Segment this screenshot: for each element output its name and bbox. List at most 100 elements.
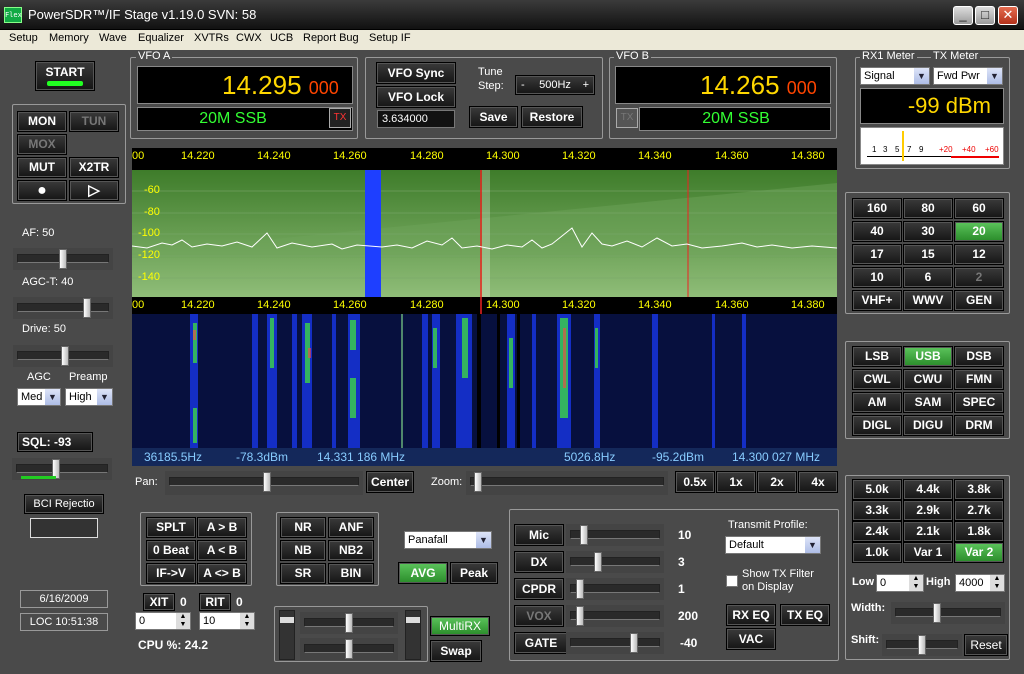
menu-ucb[interactable]: UCB bbox=[270, 32, 293, 44]
a-to-b-button[interactable]: A > B bbox=[197, 517, 247, 538]
mut-button[interactable]: MUT bbox=[17, 157, 67, 178]
mode-usb-button[interactable]: USB bbox=[903, 346, 953, 367]
close-button[interactable]: ✕ bbox=[998, 6, 1018, 25]
band-60-button[interactable]: 60 bbox=[954, 198, 1004, 219]
avg-button[interactable]: AVG bbox=[398, 562, 448, 584]
mode-cwu-button[interactable]: CWU bbox=[903, 369, 953, 390]
sql-slider[interactable] bbox=[12, 458, 112, 480]
split-button[interactable]: SPLT bbox=[146, 517, 196, 538]
band-15-button[interactable]: 15 bbox=[903, 244, 953, 265]
vac-button[interactable]: VAC bbox=[726, 628, 776, 650]
vfo-lock-button[interactable]: VFO Lock bbox=[376, 86, 456, 108]
mode-fmn-button[interactable]: FMN bbox=[954, 369, 1004, 390]
mode-spec-button[interactable]: SPEC bbox=[954, 392, 1004, 413]
show-tx-filter-checkbox[interactable] bbox=[726, 575, 738, 587]
band-17-button[interactable]: 17 bbox=[852, 244, 902, 265]
display-mode-select[interactable]: Panafall ▼ bbox=[404, 531, 492, 549]
peak-button[interactable]: Peak bbox=[450, 562, 498, 584]
mode-sam-button[interactable]: SAM bbox=[903, 392, 953, 413]
mode-dsb-button[interactable]: DSB bbox=[954, 346, 1004, 367]
multirx-pan-slider-1[interactable] bbox=[300, 612, 398, 634]
vox-slider[interactable] bbox=[566, 605, 664, 627]
x2tr-button[interactable]: X2TR bbox=[69, 157, 119, 178]
tune-step-control[interactable]: - 500Hz + bbox=[515, 75, 595, 95]
band-160-button[interactable]: 160 bbox=[852, 198, 902, 219]
multirx-vol-slider[interactable] bbox=[405, 610, 421, 660]
tun-button[interactable]: TUN bbox=[69, 111, 119, 132]
minimize-button[interactable]: _ bbox=[953, 6, 973, 25]
tx-eq-button[interactable]: TX EQ bbox=[780, 604, 830, 626]
mic-slider[interactable] bbox=[566, 524, 664, 546]
filter-1-0k-button[interactable]: 1.0k bbox=[852, 542, 902, 563]
mode-drm-button[interactable]: DRM bbox=[954, 415, 1004, 436]
band-6-button[interactable]: 6 bbox=[903, 267, 953, 288]
band-20-button[interactable]: 20 bbox=[954, 221, 1004, 242]
nb2-button[interactable]: NB2 bbox=[328, 540, 374, 561]
zero-beat-button[interactable]: 0 Beat bbox=[146, 540, 196, 561]
tx-meter-select[interactable]: Fwd Pwr ▼ bbox=[933, 67, 1003, 85]
menu-report-bug[interactable]: Report Bug bbox=[303, 32, 359, 44]
zoom-4x-button[interactable]: 4x bbox=[798, 471, 838, 493]
filter-2-1k-button[interactable]: 2.1k bbox=[903, 521, 953, 542]
start-button[interactable]: START bbox=[35, 61, 95, 91]
mode-digu-button[interactable]: DIGU bbox=[903, 415, 953, 436]
xit-input[interactable]: 0 ▲ ▼ bbox=[135, 612, 191, 630]
vfo-b-tx-button[interactable]: TX bbox=[616, 108, 638, 128]
filter-3-8k-button[interactable]: 3.8k bbox=[954, 479, 1004, 500]
mic-button[interactable]: Mic bbox=[514, 524, 564, 546]
vfo-sync-button[interactable]: VFO Sync bbox=[376, 62, 456, 84]
agct-slider[interactable] bbox=[13, 297, 113, 319]
pan-slider[interactable] bbox=[165, 471, 363, 495]
zoom-0.5x-button[interactable]: 0.5x bbox=[675, 471, 715, 493]
filter-5-0k-button[interactable]: 5.0k bbox=[852, 479, 902, 500]
multirx-gain-slider[interactable] bbox=[279, 610, 295, 660]
preamp-select[interactable]: High ▼ bbox=[65, 388, 113, 406]
multirx-pan-slider-2[interactable] bbox=[300, 638, 398, 660]
vfo-a-tx-button[interactable]: TX bbox=[329, 108, 351, 128]
filter-high-input[interactable]: 4000 ▲ ▼ bbox=[955, 574, 1005, 592]
filter-3-3k-button[interactable]: 3.3k bbox=[852, 500, 902, 521]
swap-ab-button[interactable]: A <> B bbox=[197, 563, 247, 584]
play-button[interactable]: ▷ bbox=[69, 180, 119, 201]
menu-memory[interactable]: Memory bbox=[49, 32, 89, 44]
panafall-display[interactable]: 00 14.220 14.240 14.260 14.280 14.300 14… bbox=[132, 148, 837, 466]
width-slider[interactable] bbox=[891, 602, 1005, 624]
menu-wave[interactable]: Wave bbox=[99, 32, 127, 44]
filter-1-8k-button[interactable]: 1.8k bbox=[954, 521, 1004, 542]
sql-button[interactable]: SQL: -93 bbox=[17, 432, 93, 452]
bin-button[interactable]: BIN bbox=[328, 563, 374, 584]
mode-digl-button[interactable]: DIGL bbox=[852, 415, 902, 436]
rit-button[interactable]: RIT bbox=[199, 593, 231, 611]
band-12-button[interactable]: 12 bbox=[954, 244, 1004, 265]
band-10-button[interactable]: 10 bbox=[852, 267, 902, 288]
mode-cwl-button[interactable]: CWL bbox=[852, 369, 902, 390]
band-30-button[interactable]: 30 bbox=[903, 221, 953, 242]
band-gen-button[interactable]: GEN bbox=[954, 290, 1004, 311]
mode-lsb-button[interactable]: LSB bbox=[852, 346, 902, 367]
menu-xvtrs[interactable]: XVTRs bbox=[194, 32, 229, 44]
cpdr-button[interactable]: CPDR bbox=[514, 578, 564, 600]
menu-setup-if[interactable]: Setup IF bbox=[369, 32, 411, 44]
mon-button[interactable]: MON bbox=[17, 111, 67, 132]
gate-slider[interactable] bbox=[566, 632, 664, 654]
anf-button[interactable]: ANF bbox=[328, 517, 374, 538]
rit-input[interactable]: 10 ▲ ▼ bbox=[199, 612, 255, 630]
vfo-b-frequency[interactable]: 14.265 000 bbox=[615, 66, 831, 104]
filter-var-1-button[interactable]: Var 1 bbox=[903, 542, 953, 563]
b-to-a-button[interactable]: A < B bbox=[197, 540, 247, 561]
drive-slider[interactable] bbox=[13, 345, 113, 367]
bci-rejection-button[interactable]: BCI Rejectio bbox=[24, 494, 104, 514]
if-to-v-button[interactable]: IF->V bbox=[146, 563, 196, 584]
band-vhf--button[interactable]: VHF+ bbox=[852, 290, 902, 311]
zoom-2x-button[interactable]: 2x bbox=[757, 471, 797, 493]
mode-am-button[interactable]: AM bbox=[852, 392, 902, 413]
dx-button[interactable]: DX bbox=[514, 551, 564, 573]
multirx-button[interactable]: MultiRX bbox=[430, 616, 490, 636]
menu-cwx[interactable]: CWX bbox=[236, 32, 262, 44]
band-2-button[interactable]: 2 bbox=[954, 267, 1004, 288]
filter-2-4k-button[interactable]: 2.4k bbox=[852, 521, 902, 542]
transmit-profile-select[interactable]: Default ▼ bbox=[725, 536, 821, 554]
nr-button[interactable]: NR bbox=[280, 517, 326, 538]
filter-2-7k-button[interactable]: 2.7k bbox=[954, 500, 1004, 521]
shift-slider[interactable] bbox=[882, 634, 962, 656]
